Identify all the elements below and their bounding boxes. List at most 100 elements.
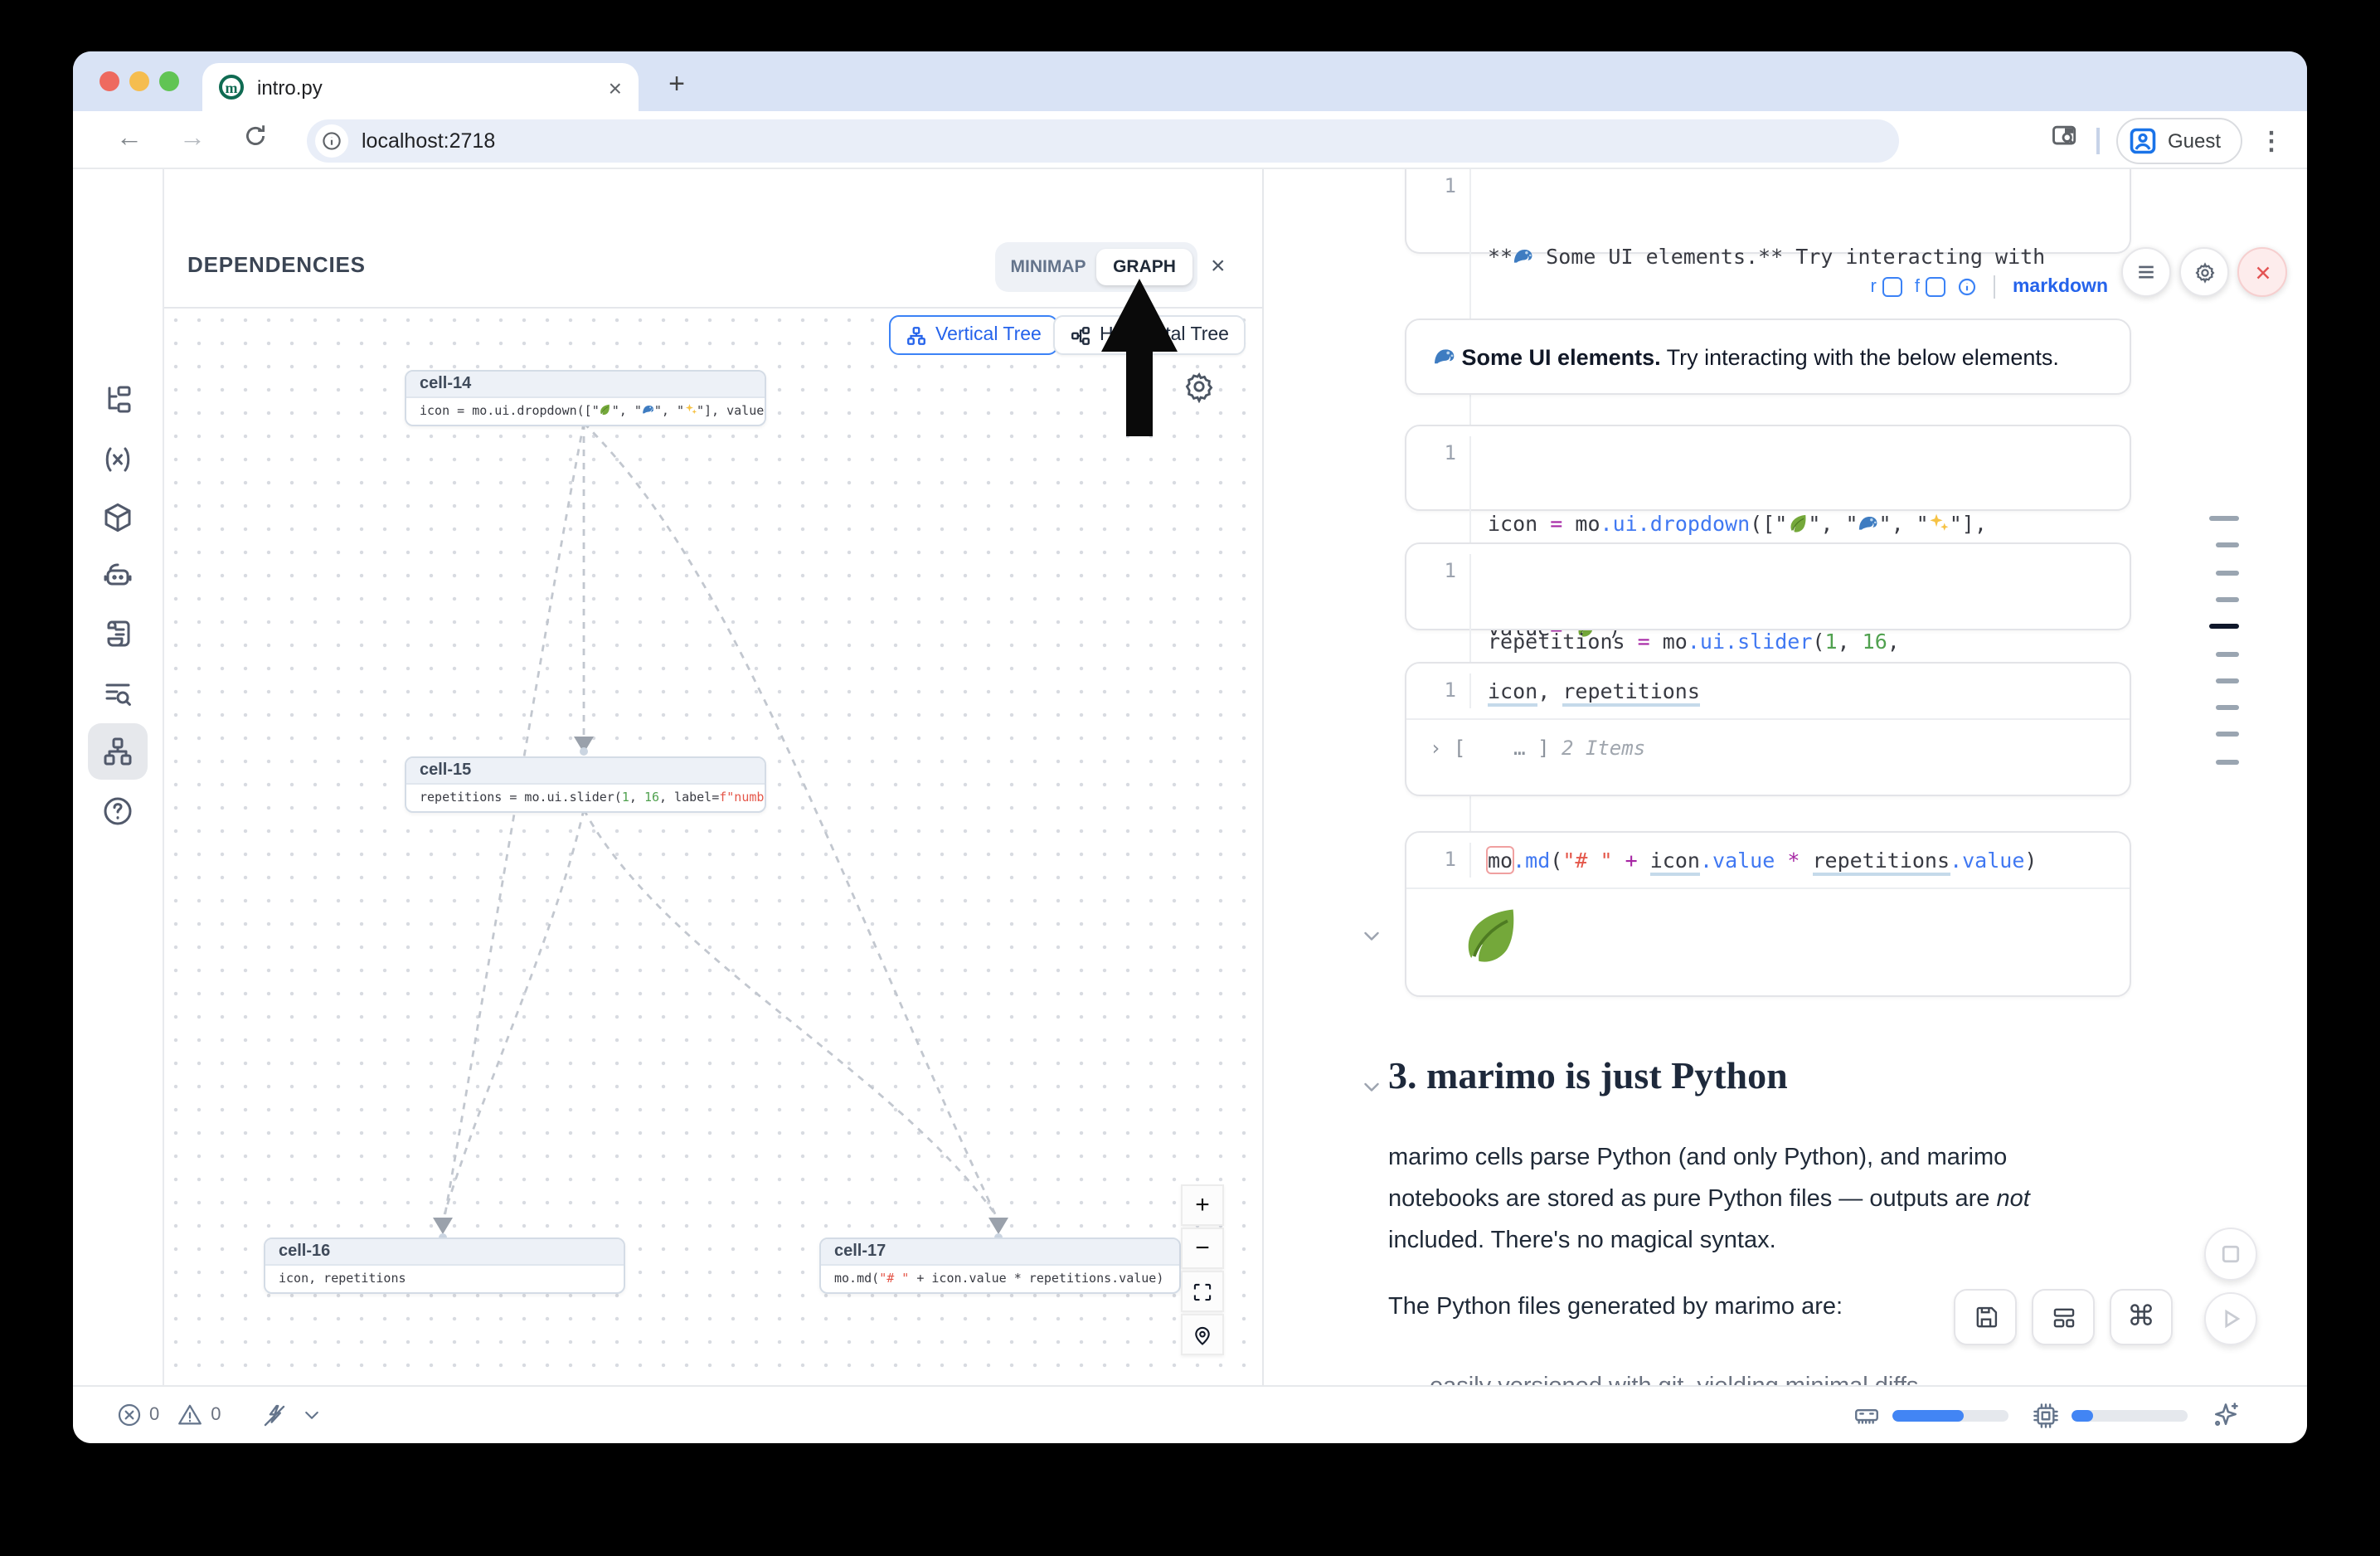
footer-divider — [1994, 275, 1996, 299]
chevron-down-icon[interactable] — [303, 1405, 323, 1425]
memory-icon[interactable] — [1853, 1401, 1881, 1429]
minimap-cell-mark[interactable] — [2216, 678, 2239, 683]
graph-node-cell-14[interactable]: cell-14 icon = mo.ui.dropdown(["", "", "… — [405, 370, 766, 426]
tab-minimap[interactable]: MINIMAP — [1000, 249, 1096, 285]
save-button[interactable] — [1954, 1289, 2017, 1345]
toggle-f-label: f — [1915, 277, 1920, 297]
tuple-output[interactable]: › [ … ] 2 Items — [1406, 720, 2130, 760]
address-bar[interactable]: localhost:2718 — [307, 119, 1899, 163]
graph-node-cell-16[interactable]: cell-16 icon, repetitions — [264, 1238, 625, 1294]
wave-emoji — [1858, 513, 1879, 533]
location-pin-icon — [1191, 1323, 1214, 1346]
minimap-cell-mark[interactable] — [2216, 597, 2239, 602]
graph-node-cell-15[interactable]: cell-15 repetitions = mo.ui.slider(1, 16… — [405, 756, 766, 813]
minimap-cell-mark[interactable] — [2216, 732, 2239, 737]
variables-icon — [101, 443, 134, 476]
graph-settings-button[interactable] — [1183, 370, 1216, 403]
minimap-cell-mark[interactable] — [2209, 624, 2239, 629]
toolbar-divider — [2097, 127, 2100, 153]
cpu-icon[interactable] — [2032, 1401, 2060, 1429]
toggle-r-checkbox[interactable] — [1883, 277, 1903, 297]
reload-button[interactable] — [242, 123, 269, 158]
sidebar-item-dependency-graph[interactable] — [88, 723, 148, 780]
app-sidebar — [73, 169, 164, 1385]
tab-search-icon[interactable] — [2051, 121, 2081, 159]
gear-icon — [2192, 260, 2217, 284]
cell-markdown-ui-elements[interactable]: 1 ** Some UI elements.** Try interacting… — [1405, 169, 2131, 254]
cell-icon-repetitions[interactable]: 1 icon, repetitions › [ … ] 2 Items — [1405, 662, 2131, 796]
sidebar-item-logs[interactable] — [88, 605, 148, 662]
url-text: localhost:2718 — [362, 129, 495, 153]
minimap-cell-mark[interactable] — [2216, 570, 2239, 575]
sidebar-item-variables[interactable] — [88, 431, 148, 488]
traffic-minimize-button[interactable] — [129, 71, 149, 91]
traffic-zoom-button[interactable] — [159, 71, 179, 91]
notebook-menu-button[interactable] — [2121, 247, 2171, 297]
run-all-button[interactable] — [2204, 1292, 2257, 1345]
zoom-out-button[interactable]: − — [1181, 1228, 1224, 1269]
browser-menu-icon[interactable]: ⋮ — [2259, 125, 2284, 155]
traffic-close-button[interactable] — [100, 71, 119, 91]
notebook-settings-button[interactable] — [2179, 247, 2229, 297]
dependency-graph-canvas[interactable]: cell-14 icon = mo.ui.dropdown(["", "", "… — [164, 309, 1264, 1385]
browser-tab[interactable]: m intro.py × — [202, 63, 639, 111]
leaf-emoji — [1460, 902, 1523, 965]
cell-icon-dropdown[interactable]: 1 icon = mo.ui.dropdown(["", "", ""], va… — [1405, 425, 2131, 511]
collapse-section-chevron-icon[interactable] — [1362, 1075, 1382, 1095]
sidebar-item-ai-assistant[interactable] — [88, 547, 148, 604]
sidebar-item-help[interactable] — [88, 783, 148, 839]
toggle-r-label: r — [1871, 277, 1877, 297]
warning-count: 0 — [211, 1405, 221, 1425]
code-line: repetitions = mo.ui.slider(1, 16, — [1488, 624, 1912, 659]
toggle-f-checkbox[interactable] — [1926, 277, 1946, 297]
horizontal-tree-label: Horizontal Tree — [1100, 325, 1229, 345]
cell-mo-md[interactable]: 1 mo.md("# " + icon.value * repetitions.… — [1405, 831, 2131, 997]
zoom-in-button[interactable]: + — [1181, 1184, 1224, 1226]
wave-emoji — [642, 404, 654, 416]
stop-button[interactable] — [2204, 1228, 2257, 1281]
minimap-cell-mark[interactable] — [2216, 543, 2239, 548]
minimap-cell-mark[interactable] — [2216, 759, 2239, 764]
back-button[interactable]: ← — [116, 124, 143, 154]
language-badge[interactable]: markdown — [2013, 277, 2108, 297]
sidebar-item-packages[interactable] — [88, 489, 148, 546]
leaf-emoji — [1787, 513, 1808, 533]
notebook-area: 1 ** Some UI elements.** Try interacting… — [1264, 169, 2307, 1385]
cell-output-ui-elements: Some UI elements. Try interacting with t… — [1405, 318, 2131, 395]
clipped-list-item: easily versioned with git, yielding mini… — [1430, 1367, 2143, 1385]
sidebar-item-file-explorer[interactable] — [88, 372, 148, 428]
new-tab-button[interactable]: + — [657, 68, 697, 101]
shortcuts-button[interactable]: ⌘ — [2110, 1289, 2173, 1345]
formatting-off-icon[interactable] — [261, 1401, 289, 1429]
site-info-icon[interactable] — [315, 124, 348, 158]
horizontal-tree-button[interactable]: Horizontal Tree — [1053, 315, 1246, 355]
locate-button[interactable] — [1181, 1314, 1224, 1355]
tab-close-icon[interactable]: × — [609, 75, 622, 99]
save-icon — [1971, 1303, 1999, 1331]
layout-button[interactable] — [2032, 1289, 2095, 1345]
forward-button[interactable]: → — [179, 124, 206, 154]
info-icon[interactable] — [1958, 277, 1978, 297]
graph-node-cell-17[interactable]: cell-17 mo.md("# " + icon.value * repeti… — [819, 1238, 1181, 1294]
fit-view-button[interactable] — [1181, 1271, 1224, 1312]
node-title: cell-15 — [406, 758, 765, 785]
warnings-icon[interactable] — [176, 1402, 204, 1428]
ai-sparkle-icon[interactable] — [2211, 1400, 2241, 1430]
sidebar-item-snippets[interactable] — [88, 665, 148, 722]
minimap-cell-mark[interactable] — [2209, 516, 2239, 521]
vertical-tree-label: Vertical Tree — [935, 325, 1042, 345]
collapse-output-chevron-icon[interactable] — [1362, 924, 1382, 944]
minimap-cell-mark[interactable] — [2216, 651, 2239, 656]
close-panel-icon[interactable]: × — [1211, 254, 1226, 279]
leaf-emoji — [600, 404, 612, 416]
profile-button[interactable]: Guest — [2116, 117, 2242, 163]
errors-icon[interactable] — [116, 1402, 143, 1428]
shutdown-button[interactable] — [2237, 247, 2287, 297]
vertical-tree-button[interactable]: Vertical Tree — [889, 315, 1058, 355]
stop-icon — [2219, 1242, 2242, 1266]
cell-repetitions-slider[interactable]: 1 repetitions = mo.ui.slider(1, 16, labe… — [1405, 542, 2131, 630]
tab-graph[interactable]: GRAPH — [1096, 249, 1192, 285]
node-code: repetitions = mo.ui.slider(1, 16, label=… — [406, 785, 765, 811]
minimap-cell-mark[interactable] — [2216, 705, 2239, 710]
profile-label: Guest — [2168, 129, 2221, 152]
